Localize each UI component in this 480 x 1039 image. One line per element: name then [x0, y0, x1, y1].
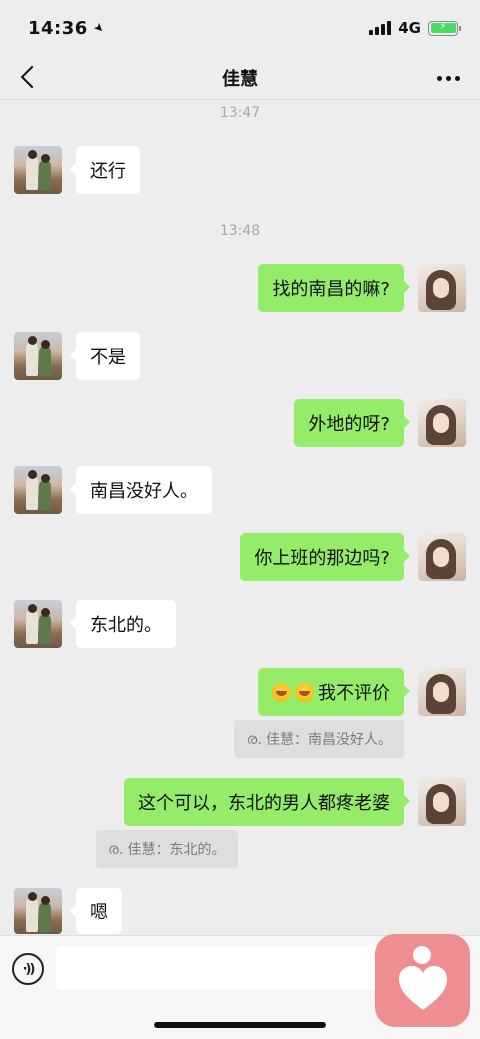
signal-icon: [369, 21, 392, 35]
sent-message-bubble[interactable]: 我不评价: [258, 668, 410, 716]
laughing-crying-emoji-icon: [272, 682, 291, 702]
message-input[interactable]: [56, 946, 386, 990]
my-avatar[interactable]: [418, 668, 466, 716]
contact-avatar[interactable]: [14, 146, 62, 194]
sent-message-bubble[interactable]: 找的南昌的嘛?: [258, 264, 410, 312]
battery-level: ⚡: [430, 21, 456, 33]
quote-reply-icon: ര.: [246, 730, 262, 748]
status-time-group: 14:36 ➤: [28, 17, 108, 39]
quoted-text: 佳慧：东北的。: [127, 842, 226, 858]
chat-title: 佳慧: [222, 68, 258, 90]
received-message-bubble[interactable]: 还行: [70, 146, 140, 194]
heart-icon: [399, 966, 447, 1010]
timestamp-label: 13:47: [219, 105, 261, 121]
contact-avatar[interactable]: [14, 466, 62, 514]
voice-button[interactable]: ·)): [12, 953, 44, 985]
heart-app-icon[interactable]: [375, 934, 470, 1027]
contact-avatar[interactable]: [14, 600, 62, 648]
heart-app-dot: [413, 946, 431, 964]
contact-avatar[interactable]: [14, 888, 62, 934]
home-indicator[interactable]: [154, 1022, 326, 1028]
battery-icon: ⚡: [428, 20, 461, 36]
network-type: 4G: [398, 19, 421, 37]
received-message-bubble[interactable]: 不是: [70, 332, 140, 380]
voice-icon: ·)): [22, 961, 36, 977]
status-time: 14:36: [28, 17, 88, 39]
received-message-bubble[interactable]: 东北的。: [70, 600, 176, 648]
received-message-bubble[interactable]: 嗯: [70, 888, 122, 934]
quote-reply-icon: ര.: [108, 840, 124, 858]
quoted-text: 佳慧：南昌没好人。: [266, 732, 392, 748]
back-chevron-icon[interactable]: [20, 65, 44, 89]
status-indicators: 4G ⚡: [369, 19, 461, 37]
received-message-bubble[interactable]: 南昌没好人。: [70, 466, 212, 514]
quoted-reply[interactable]: ര. 佳慧：东北的。: [96, 830, 238, 868]
my-avatar[interactable]: [418, 399, 466, 447]
location-arrow-icon: ➤: [90, 19, 108, 37]
laughing-crying-emoji-icon: [295, 682, 314, 702]
chat-header: 佳慧: [0, 56, 480, 100]
my-avatar[interactable]: [418, 264, 466, 312]
sent-message-bubble[interactable]: 你上班的那边吗?: [240, 533, 410, 581]
contact-avatar[interactable]: [14, 332, 62, 380]
sent-message-bubble[interactable]: 外地的呀?: [294, 399, 410, 447]
status-bar: 14:36 ➤ 4G ⚡: [0, 0, 480, 56]
quoted-reply[interactable]: ര. 佳慧：南昌没好人。: [234, 720, 404, 758]
my-avatar[interactable]: [418, 778, 466, 826]
my-avatar[interactable]: [418, 533, 466, 581]
more-dots-icon[interactable]: [437, 68, 460, 88]
sent-message-text: 我不评价: [318, 683, 390, 704]
sent-message-bubble[interactable]: 这个可以，东北的男人都疼老婆: [124, 778, 410, 826]
timestamp-label: 13:48: [219, 223, 261, 239]
